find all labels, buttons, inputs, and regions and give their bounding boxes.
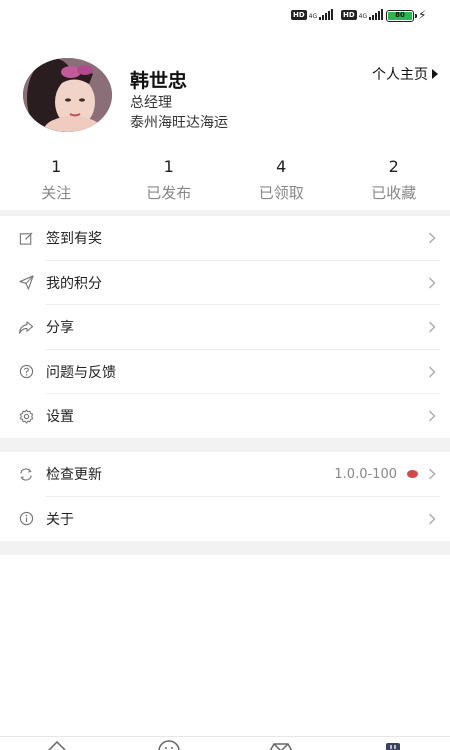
send-icon xyxy=(18,275,34,291)
section-divider xyxy=(0,438,450,452)
update-badge-dot xyxy=(407,470,418,479)
diamond-icon[interactable] xyxy=(268,739,294,750)
chevron-right-icon xyxy=(429,468,436,480)
homepage-label: 个人主页 xyxy=(372,67,428,83)
battery-level: 80 xyxy=(388,12,412,20)
avatar-image xyxy=(23,58,112,132)
chevron-right-icon xyxy=(429,366,436,378)
menu-item-checkin[interactable]: 签到有奖 xyxy=(0,216,450,261)
hd-badge: HD xyxy=(291,10,307,20)
network-type: 4G xyxy=(308,13,318,20)
menu-item-label: 签到有奖 xyxy=(46,231,102,248)
section-divider xyxy=(0,541,450,555)
chevron-right-icon xyxy=(429,277,436,289)
chevron-right-icon xyxy=(429,410,436,422)
menu-item-points[interactable]: 我的积分 xyxy=(0,261,450,306)
question-icon xyxy=(18,364,34,380)
stat-value: 2 xyxy=(388,157,399,176)
home-icon[interactable] xyxy=(46,739,68,750)
menu-item-label: 问题与反馈 xyxy=(46,364,116,381)
signal-1: HD 4G xyxy=(291,9,334,20)
bottom-nav xyxy=(0,736,450,750)
stat-value: 1 xyxy=(163,157,174,176)
status-bar: HD 4G HD 4G 80 ⚡ xyxy=(0,0,450,32)
menu-item-label: 关于 xyxy=(46,511,74,528)
stats-row: 1 关注 1 已发布 4 已领取 2 已收藏 xyxy=(0,157,450,203)
smile-icon[interactable] xyxy=(157,739,181,750)
caret-right-icon xyxy=(432,69,438,79)
battery-icon: 80 xyxy=(386,10,417,22)
avatar[interactable] xyxy=(23,58,112,132)
menu-item-label: 检查更新 xyxy=(46,467,102,484)
hd-badge: HD xyxy=(341,10,357,20)
menu-item-label: 分享 xyxy=(46,320,74,337)
menu-group-app: 检查更新 1.0.0-100 关于 xyxy=(0,452,450,541)
chevron-right-icon xyxy=(429,232,436,244)
info-icon xyxy=(18,511,34,527)
user-name: 韩世忠 xyxy=(130,70,188,92)
gear-icon xyxy=(18,408,34,424)
signal-bars-icon xyxy=(319,9,334,20)
menu-item-settings[interactable]: 设置 xyxy=(0,394,450,439)
version-text: 1.0.0-100 xyxy=(334,466,397,482)
stat-value: 1 xyxy=(51,157,62,176)
menu-group-main: 签到有奖 我的积分 分享 问题与反馈 设置 xyxy=(0,216,450,439)
chevron-right-icon xyxy=(429,321,436,333)
user-company: 泰州海旺达海运 xyxy=(130,115,228,131)
stat-favorited[interactable]: 2 已收藏 xyxy=(338,157,450,203)
menu-item-feedback[interactable]: 问题与反馈 xyxy=(0,350,450,395)
menu-item-label: 我的积分 xyxy=(46,275,102,292)
stat-following[interactable]: 1 关注 xyxy=(0,157,113,203)
chevron-right-icon xyxy=(429,513,436,525)
menu-item-share[interactable]: 分享 xyxy=(0,305,450,350)
stat-label: 关注 xyxy=(41,184,72,202)
stat-claimed[interactable]: 4 已领取 xyxy=(225,157,338,203)
homepage-link[interactable]: 个人主页 xyxy=(372,64,438,84)
edit-icon xyxy=(18,230,34,246)
refresh-icon xyxy=(18,466,34,482)
stat-label: 已领取 xyxy=(258,184,304,202)
stat-label: 已收藏 xyxy=(371,184,417,202)
profile-tab-icon[interactable] xyxy=(385,739,401,750)
signal-bars-icon xyxy=(369,9,384,20)
stat-label: 已发布 xyxy=(146,184,192,202)
stat-published[interactable]: 1 已发布 xyxy=(113,157,226,203)
network-type: 4G xyxy=(358,13,368,20)
menu-item-label: 设置 xyxy=(46,409,74,426)
menu-item-about[interactable]: 关于 xyxy=(0,497,450,542)
user-title: 总经理 xyxy=(130,95,172,111)
menu-item-check-update[interactable]: 检查更新 1.0.0-100 xyxy=(0,452,450,497)
charging-icon: ⚡ xyxy=(418,8,427,22)
stat-value: 4 xyxy=(276,157,287,176)
share-icon xyxy=(18,319,34,335)
signal-2: HD 4G xyxy=(341,9,384,20)
